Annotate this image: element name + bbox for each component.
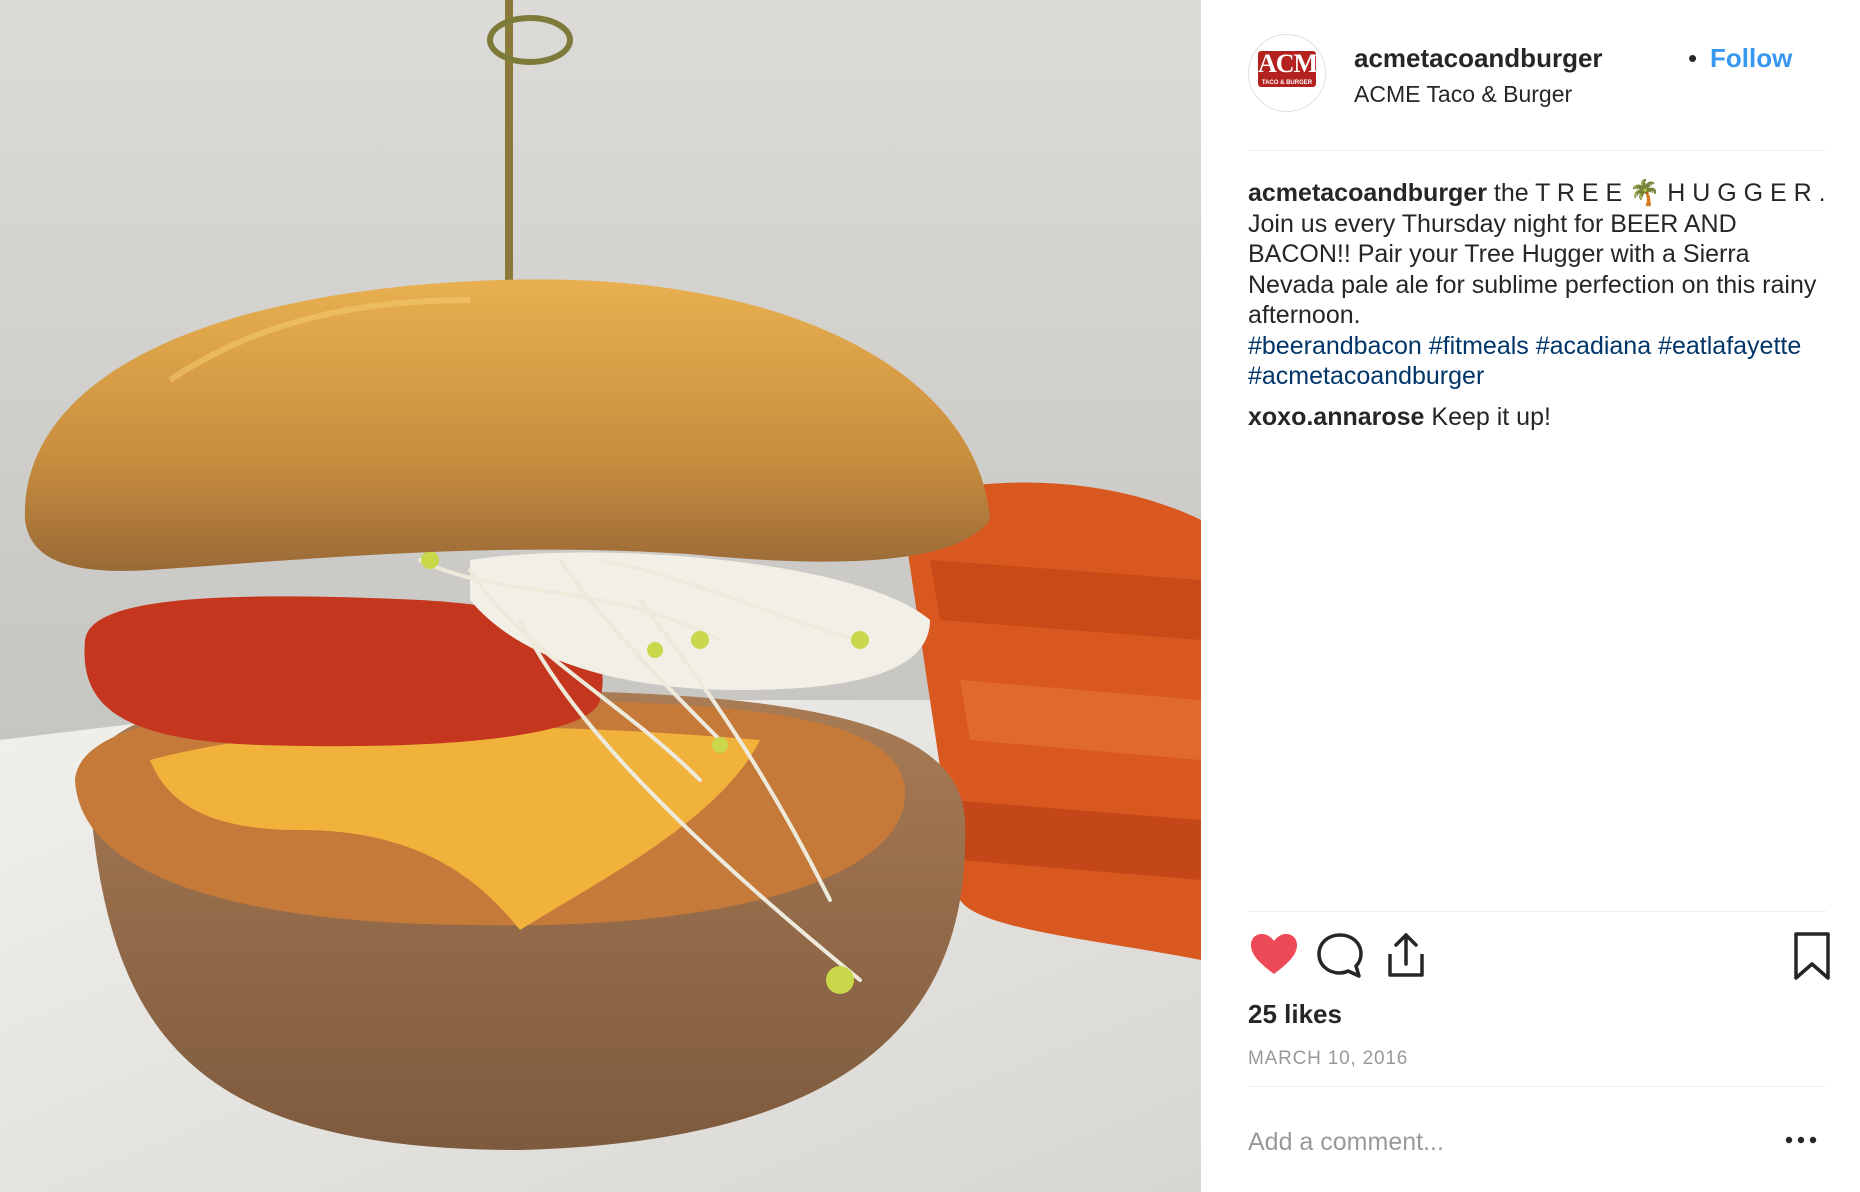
- post-sidebar: ACME TACO & BURGER acmetacoandburger • F…: [1201, 0, 1860, 1192]
- follow-button[interactable]: Follow: [1710, 40, 1792, 76]
- action-bar: [1248, 930, 1830, 986]
- more-dots-icon: [1785, 1136, 1817, 1144]
- hashtag-link[interactable]: #acadiana: [1536, 332, 1651, 360]
- hashtag-link[interactable]: #beerandbacon: [1248, 332, 1422, 360]
- share-button[interactable]: [1380, 930, 1432, 982]
- divider: [1248, 1086, 1826, 1087]
- bookmark-icon: [1794, 932, 1830, 980]
- caption-body: Join us every Thursday night for BEER AN…: [1248, 209, 1817, 330]
- post-photo[interactable]: [0, 0, 1201, 1192]
- hashtag-link[interactable]: #fitmeals: [1429, 332, 1529, 360]
- hashtag-link[interactable]: #eatlafayette: [1658, 332, 1801, 360]
- burger-photo-illustration: [0, 0, 1201, 1192]
- save-button[interactable]: [1786, 930, 1838, 982]
- divider: [1248, 911, 1826, 912]
- like-button[interactable]: [1248, 930, 1300, 982]
- add-comment-input[interactable]: [1248, 1120, 1748, 1164]
- comment-button[interactable]: [1314, 930, 1366, 982]
- hashtag-link[interactable]: #acmetacoandburger: [1248, 362, 1484, 390]
- caption-username[interactable]: acmetacoandburger: [1248, 179, 1487, 207]
- logo-subtext: TACO & BURGER: [1261, 80, 1313, 86]
- comment-username[interactable]: xoxo.annarose: [1248, 403, 1424, 431]
- header-username[interactable]: acmetacoandburger: [1354, 40, 1603, 76]
- location-link[interactable]: ACME Taco & Burger: [1354, 78, 1572, 110]
- comment-text: Keep it up!: [1431, 402, 1551, 431]
- caption: acmetacoandburger the T R E E 🌴 H U G G …: [1248, 178, 1828, 392]
- heart-icon: [1251, 934, 1297, 974]
- comment-item: xoxo.annarose Keep it up!: [1248, 402, 1828, 433]
- more-options-button[interactable]: [1781, 1124, 1821, 1156]
- post-date[interactable]: MARCH 10, 2016: [1248, 1046, 1408, 1072]
- caption-title: the T R E E 🌴 H U G G E R .: [1493, 179, 1826, 207]
- avatar[interactable]: ACME TACO & BURGER: [1248, 34, 1326, 112]
- post-header: ACME TACO & BURGER acmetacoandburger • F…: [1248, 30, 1826, 151]
- comments-list: acmetacoandburger the T R E E 🌴 H U G G …: [1248, 178, 1828, 432]
- logo-wordmark: ACME: [1258, 49, 1326, 78]
- share-icon: [1388, 933, 1424, 977]
- separator-dot: •: [1688, 43, 1698, 73]
- comment-bubble-icon: [1317, 933, 1363, 978]
- likes-count[interactable]: 25 likes: [1248, 998, 1342, 1030]
